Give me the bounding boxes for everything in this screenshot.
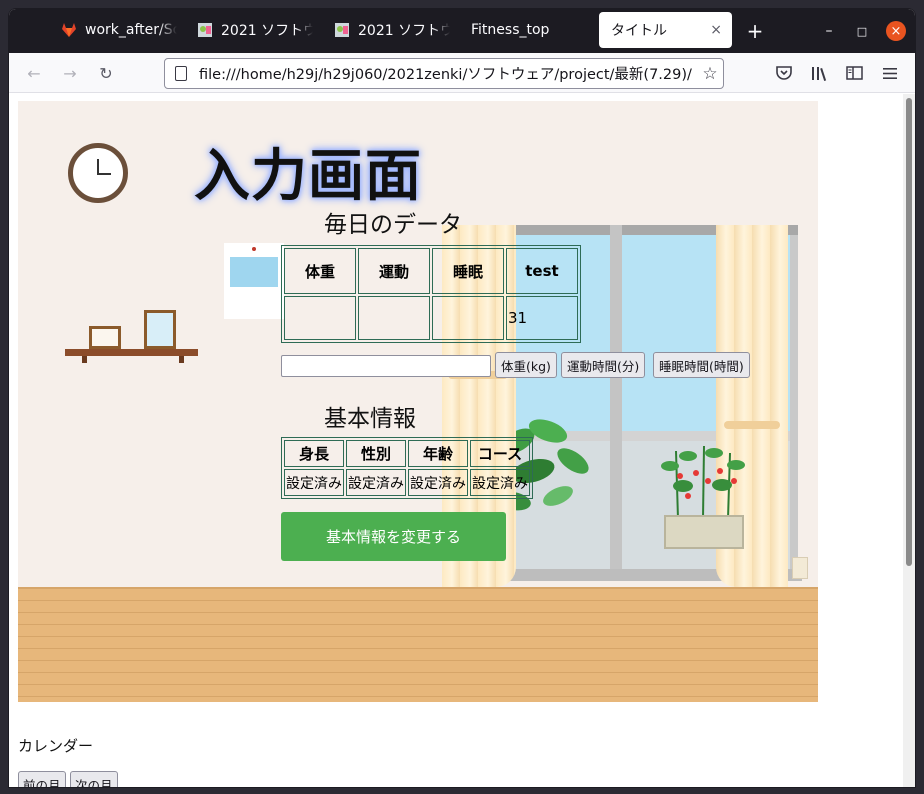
minimize-button[interactable]: – — [819, 21, 839, 41]
header-gender: 性別 — [346, 440, 406, 467]
basic-info-heading: 基本情報 — [324, 406, 416, 432]
tab-software-1[interactable]: 2021 ソフトウ — [185, 12, 313, 48]
wall-clock-icon — [68, 143, 128, 203]
header-exercise: 運動 — [358, 248, 430, 294]
maximize-button[interactable]: □ — [852, 21, 872, 41]
tab-software-2[interactable]: 2021 ソフトウ — [322, 12, 450, 48]
vertical-scrollbar[interactable] — [903, 94, 915, 787]
forward-arrow-icon[interactable]: → — [59, 62, 81, 84]
cell-weight — [284, 296, 356, 340]
wall-outlet — [792, 557, 808, 579]
exercise-minutes-button[interactable]: 運動時間(分) — [561, 352, 646, 378]
room-background: 入力画面 毎日のデータ 体重 運動 睡眠 test 31 体重(kg) 運動時間… — [18, 101, 818, 702]
tab-title: 2021 ソフトウ — [358, 23, 450, 39]
cell-height: 設定済み — [284, 469, 344, 496]
wall-shelf — [65, 349, 198, 356]
menu-icon[interactable] — [879, 62, 901, 84]
header-test: test — [506, 248, 578, 294]
library-icon[interactable] — [809, 62, 831, 84]
planter-box — [664, 515, 744, 549]
page-title: 入力画面 — [194, 144, 422, 209]
back-arrow-icon[interactable]: ← — [23, 62, 45, 84]
navigation-bar: ← → ↻ file:///home/h29j/h29j060/2021zenk… — [9, 53, 915, 93]
table-row: 31 — [284, 296, 578, 340]
header-height: 身長 — [284, 440, 344, 467]
reload-icon[interactable]: ↻ — [95, 62, 117, 84]
tab-title: work_after/Sc — [85, 22, 177, 38]
close-window-button[interactable]: × — [886, 21, 906, 41]
cell-course: 設定済み — [470, 469, 530, 496]
table-header-row: 身長 性別 年齢 コース — [284, 440, 530, 467]
tab-title: タイトル — [611, 23, 667, 39]
page-viewport: 入力画面 毎日のデータ 体重 運動 睡眠 test 31 体重(kg) 運動時間… — [9, 94, 915, 787]
page-icon — [175, 66, 187, 81]
browser-window: work_after/Sc 2021 ソフトウ 2021 ソフトウ Fitnes… — [9, 9, 915, 787]
url-text[interactable]: file:///home/h29j/h29j060/2021zenki/ソフトウ… — [199, 63, 697, 84]
cell-exercise — [358, 296, 430, 340]
bookmark-star-icon[interactable]: ☆ — [697, 64, 723, 84]
close-tab-icon[interactable]: × — [710, 22, 722, 38]
photo-frame — [144, 310, 176, 349]
data-input-field[interactable] — [281, 355, 491, 377]
header-course: コース — [470, 440, 530, 467]
cell-test: 31 — [506, 296, 578, 340]
tomato-plant-illustration — [661, 445, 745, 520]
daily-data-heading: 毎日のデータ — [324, 212, 462, 238]
sidebar-icon[interactable] — [843, 62, 865, 84]
gitlab-icon — [62, 23, 76, 37]
table-row: 設定済み 設定済み 設定済み 設定済み — [284, 469, 530, 496]
tab-gitlab[interactable]: work_after/Sc — [49, 12, 177, 48]
photo-frame — [89, 326, 121, 349]
change-basic-info-button[interactable]: 基本情報を変更する — [281, 512, 506, 561]
tab-title-active[interactable]: タイトル × — [599, 12, 732, 48]
pocket-icon[interactable] — [773, 62, 795, 84]
wall-calendar — [224, 243, 284, 319]
calendar-label: カレンダー — [18, 737, 94, 755]
basic-info-table: 身長 性別 年齢 コース 設定済み 設定済み 設定済み 設定済み — [281, 437, 533, 499]
curtain-tie — [724, 421, 780, 429]
window-mullion — [610, 225, 622, 581]
next-month-button[interactable]: 次の月 — [70, 771, 118, 787]
shelf-bracket — [179, 356, 184, 363]
previous-month-button[interactable]: 前の月 — [18, 771, 66, 787]
daily-data-table: 体重 運動 睡眠 test 31 — [281, 245, 581, 343]
cell-gender: 設定済み — [346, 469, 406, 496]
cell-age: 設定済み — [408, 469, 468, 496]
weight-kg-button[interactable]: 体重(kg) — [495, 352, 557, 378]
tab-title: Fitness_top — [471, 22, 550, 38]
page-thumbnail-icon — [198, 23, 212, 37]
wooden-floor — [18, 587, 818, 702]
new-tab-button[interactable]: + — [745, 19, 765, 43]
header-age: 年齢 — [408, 440, 468, 467]
tab-bar: work_after/Sc 2021 ソフトウ 2021 ソフトウ Fitnes… — [9, 9, 915, 53]
page-thumbnail-icon — [335, 23, 349, 37]
header-sleep: 睡眠 — [432, 248, 504, 294]
cell-sleep — [432, 296, 504, 340]
url-bar[interactable]: file:///home/h29j/h29j060/2021zenki/ソフトウ… — [164, 58, 724, 89]
sleep-hours-button[interactable]: 睡眠時間(時間) — [653, 352, 750, 378]
scrollbar-thumb[interactable] — [906, 98, 912, 566]
tab-fitness-top[interactable]: Fitness_top — [459, 12, 589, 48]
header-weight: 体重 — [284, 248, 356, 294]
table-header-row: 体重 運動 睡眠 test — [284, 248, 578, 294]
tab-title: 2021 ソフトウ — [221, 23, 313, 39]
shelf-bracket — [82, 356, 87, 363]
